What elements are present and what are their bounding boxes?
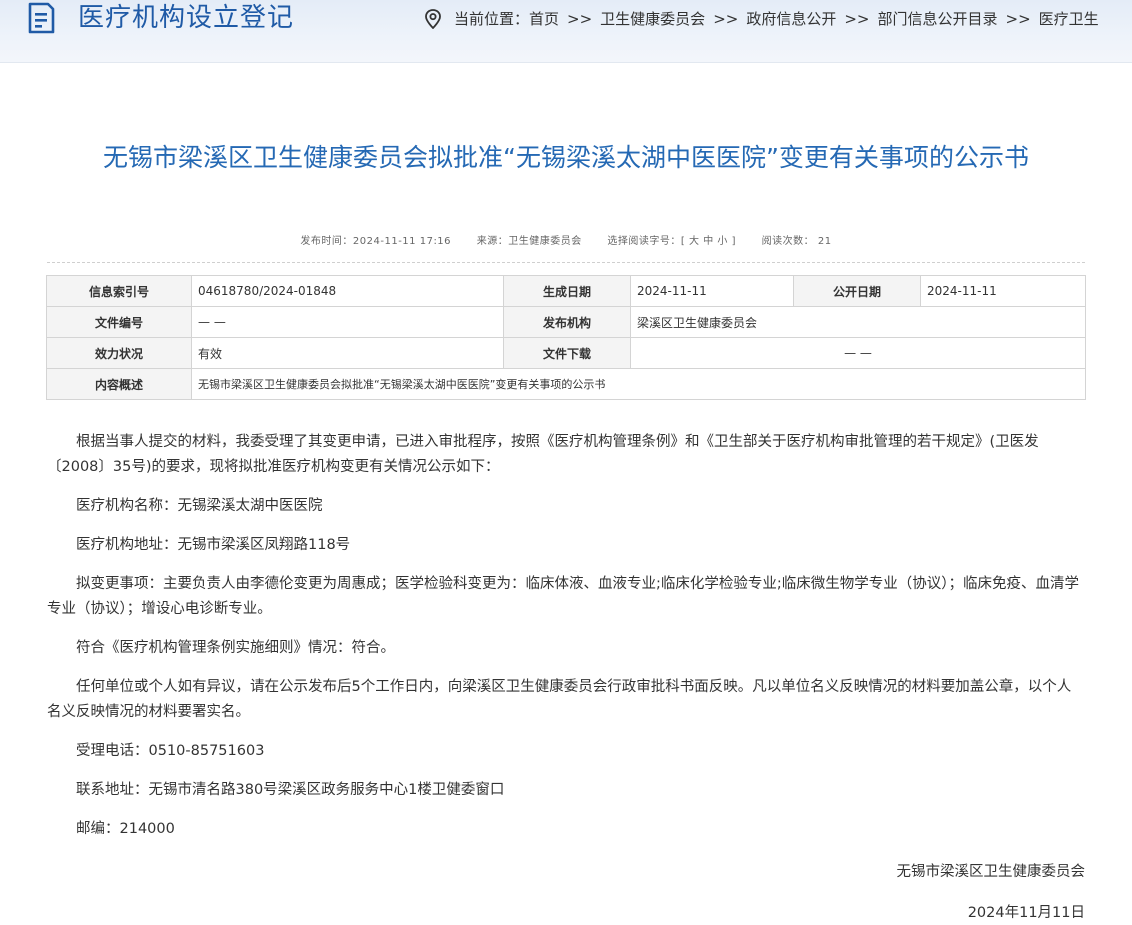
pub-date-value: 2024-11-11	[920, 275, 1086, 307]
font-large-link[interactable]: 大	[689, 236, 700, 247]
paragraph-changes: 拟变更事项：主要负责人由李德伦变更为周惠成；医学检验科变更为：临床体液、血液专业…	[47, 576, 1080, 617]
gen-date-label: 生成日期	[503, 275, 631, 307]
summary-value: 无锡市梁溪区卫生健康委员会拟批准“无锡梁溪太湖中医医院”变更有关事项的公示书	[191, 368, 1086, 400]
breadcrumb-separator: >>	[567, 10, 593, 28]
paragraph-postcode: 邮编：214000	[76, 821, 175, 837]
publish-time: 发布时间：2024-11-11 17:16	[300, 236, 452, 247]
info-table: 信息索引号 04618780/2024-01848 生成日期 2024-11-1…	[46, 275, 1086, 400]
font-medium-link[interactable]: 中	[703, 236, 714, 247]
article-title: 无锡市梁溪区卫生健康委员会拟批准“无锡梁溪太湖中医医院”变更有关事项的公示书	[103, 143, 1029, 172]
doc-no-label: 文件编号	[46, 306, 192, 338]
signature: 无锡市梁溪区卫生健康委员会	[896, 864, 1086, 880]
breadcrumb-separator: >>	[844, 10, 870, 28]
paragraph-intro: 根据当事人提交的材料，我委受理了其变更申请，已进入审批程序，按照《医疗机构管理条…	[47, 434, 1039, 475]
font-size-label: 选择阅读字号：[	[607, 236, 686, 247]
table-row: 信息索引号 04618780/2024-01848 生成日期 2024-11-1…	[46, 275, 1086, 307]
breadcrumb-gov-info[interactable]: 政府信息公开	[746, 8, 836, 30]
page-header: 医疗机构设立登记 当前位置： 首页 >> 卫生健康委员会 >> 政府信息公开 >…	[0, 0, 1132, 63]
gen-date-value: 2024-11-11	[630, 275, 794, 307]
publish-date: 2024年11月11日	[967, 905, 1085, 921]
breadcrumb-medical-health[interactable]: 医疗卫生	[1039, 8, 1099, 30]
table-row: 文件编号 — — 发布机构 梁溪区卫生健康委员会	[46, 306, 1086, 338]
breadcrumb-separator: >>	[1005, 10, 1031, 28]
breadcrumb-dept-catalog[interactable]: 部门信息公开目录	[877, 8, 997, 30]
breadcrumb-separator: >>	[713, 10, 739, 28]
breadcrumb-health-commission[interactable]: 卫生健康委员会	[600, 8, 705, 30]
index-label: 信息索引号	[46, 275, 192, 307]
paragraph-objection: 任何单位或个人如有异议，请在公示发布后5个工作日内，向梁溪区卫生健康委员会行政审…	[47, 679, 1072, 720]
paragraph-contact-address: 联系地址：无锡市清名路380号梁溪区政务服务中心1楼卫健委窗口	[76, 782, 505, 798]
article-meta: 发布时间：2024-11-11 17:16 来源：卫生健康委员会 选择阅读字号：…	[0, 232, 1132, 247]
meta-divider	[47, 262, 1085, 263]
view-count: 阅读次数： 21	[761, 236, 832, 247]
summary-label: 内容概述	[46, 368, 192, 400]
download-value[interactable]: — —	[630, 337, 1086, 369]
pub-date-label: 公开日期	[793, 275, 921, 307]
font-size-close: ]	[731, 236, 736, 247]
download-label: 文件下载	[503, 337, 631, 369]
font-small-link[interactable]: 小	[717, 236, 728, 247]
table-row: 效力状况 有效 文件下载 — —	[46, 337, 1086, 369]
validity-label: 效力状况	[46, 337, 192, 369]
doc-no-value: — —	[191, 306, 504, 338]
paragraph-institution-address: 医疗机构地址：无锡市梁溪区凤翔路118号	[76, 537, 351, 553]
validity-value: 有效	[191, 337, 504, 369]
article-body: 根据当事人提交的材料，我委受理了其变更申请，已进入审批程序，按照《医疗机构管理条…	[47, 430, 1085, 856]
document-icon	[28, 2, 55, 34]
paragraph-phone: 受理电话：0510-85751603	[76, 743, 265, 759]
paragraph-institution-name: 医疗机构名称：无锡梁溪太湖中医医院	[76, 498, 323, 514]
location-pin-icon	[425, 9, 441, 29]
article-source: 来源：卫生健康委员会	[476, 236, 582, 247]
table-row: 内容概述 无锡市梁溪区卫生健康委员会拟批准“无锡梁溪太湖中医医院”变更有关事项的…	[46, 368, 1086, 400]
location-label: 当前位置：	[454, 10, 530, 28]
index-value: 04618780/2024-01848	[191, 275, 504, 307]
breadcrumb: 当前位置： 首页 >> 卫生健康委员会 >> 政府信息公开 >> 部门信息公开目…	[424, 8, 1099, 30]
site-title: 医疗机构设立登记	[78, 3, 295, 33]
paragraph-compliance: 符合《医疗机构管理条例实施细则》情况：符合。	[76, 640, 395, 656]
issuer-value: 梁溪区卫生健康委员会	[630, 306, 1086, 338]
issuer-label: 发布机构	[503, 306, 631, 338]
breadcrumb-home[interactable]: 首页	[529, 8, 559, 30]
